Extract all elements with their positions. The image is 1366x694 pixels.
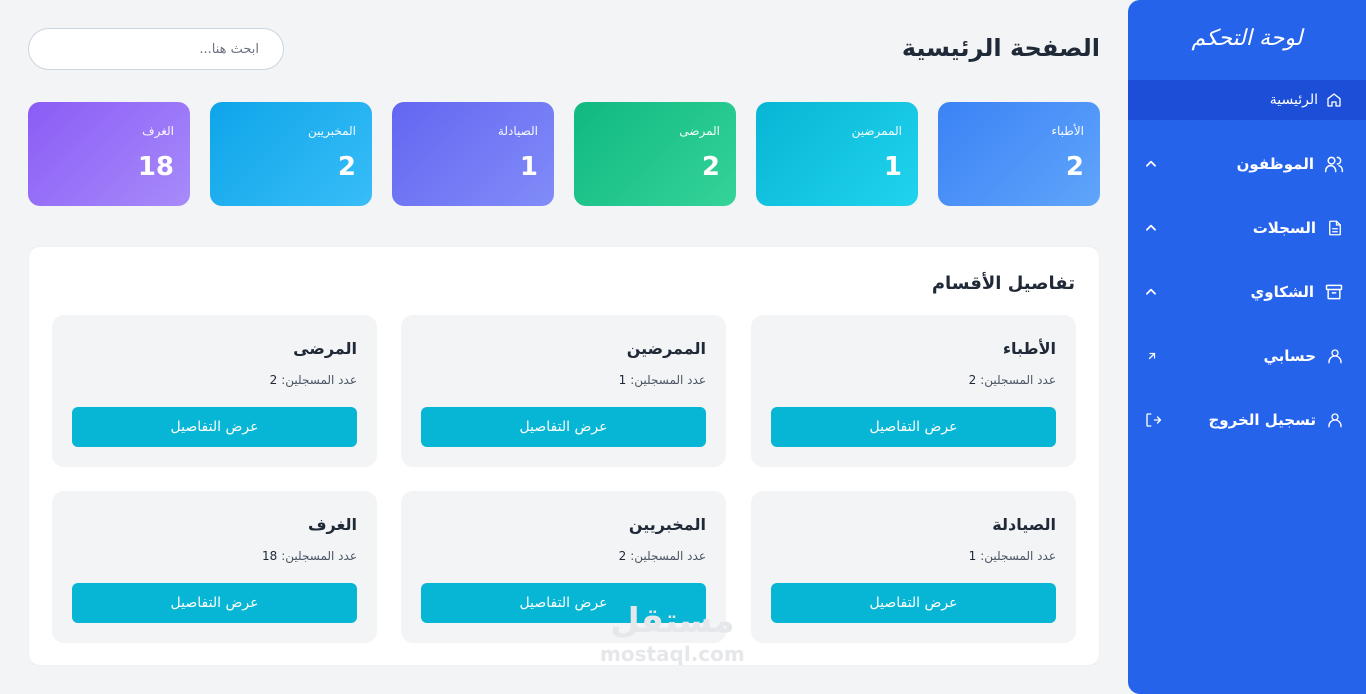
- sidebar-item-label: تسجيل الخروج: [1208, 411, 1317, 429]
- department-name: الصيادلة: [992, 515, 1056, 534]
- stat-value: 2: [337, 152, 356, 182]
- user-icon: [1326, 411, 1344, 429]
- stat-value: 2: [1065, 152, 1084, 182]
- sidebar-item-label: السجلات: [1252, 219, 1316, 237]
- sidebar-item-label: الشكاوي: [1250, 283, 1314, 301]
- stat-label: المرضى: [679, 124, 720, 138]
- logout-icon: [1144, 411, 1162, 429]
- stat-card-pharmacists: الصيادلة 1: [392, 102, 554, 206]
- view-details-button[interactable]: عرض التفاصيل: [72, 583, 357, 623]
- count-label: عدد المسجلين:: [281, 373, 357, 387]
- watermark: مستقل mostaql.com: [600, 604, 745, 666]
- stat-label: الأطباء: [1051, 124, 1084, 138]
- count-value: 18: [261, 549, 278, 563]
- department-count: عدد المسجلين: 18: [262, 549, 357, 563]
- chevron-up-icon[interactable]: [1144, 221, 1158, 235]
- sidebar-item-records[interactable]: السجلات: [1128, 208, 1366, 248]
- department-count: عدد المسجلين: 2: [619, 549, 706, 563]
- count-label: عدد المسجلين:: [630, 549, 706, 563]
- stat-label: المخبريين: [307, 124, 356, 138]
- home-icon: [1326, 92, 1342, 108]
- sidebar-item-complaints[interactable]: الشكاوي: [1128, 272, 1366, 312]
- document-icon: [1326, 219, 1344, 237]
- sidebar-title: لوحة التحكم: [1191, 26, 1303, 51]
- stat-value: 1: [519, 152, 538, 182]
- view-details-button[interactable]: عرض التفاصيل: [771, 407, 1056, 447]
- count-value: 2: [269, 373, 278, 387]
- department-card-rooms: الغرف عدد المسجلين: 18 عرض التفاصيل: [52, 491, 377, 643]
- chevron-up-icon[interactable]: [1144, 285, 1158, 299]
- sidebar: لوحة التحكم الرئيسية الموظفون السجلات ال…: [1128, 0, 1366, 694]
- stat-value: 2: [701, 152, 720, 182]
- search-input[interactable]: [28, 28, 284, 70]
- department-name: المخبريين: [628, 515, 706, 534]
- view-details-button[interactable]: عرض التفاصيل: [771, 583, 1056, 623]
- department-card-nurses: الممرضين عدد المسجلين: 1 عرض التفاصيل: [401, 315, 726, 467]
- stat-label: الممرضين: [851, 124, 902, 138]
- stat-card-doctors: الأطباء 2: [938, 102, 1100, 206]
- count-label: عدد المسجلين:: [630, 373, 706, 387]
- count-value: 2: [618, 549, 627, 563]
- sidebar-item-label: الرئيسية: [1269, 92, 1318, 108]
- count-label: عدد المسجلين:: [980, 549, 1056, 563]
- department-name: الأطباء: [1002, 339, 1056, 358]
- department-name: المرضى: [293, 339, 357, 358]
- stat-card-patients: المرضى 2: [574, 102, 736, 206]
- view-details-button[interactable]: عرض التفاصيل: [72, 407, 357, 447]
- sidebar-item-label: حسابي: [1263, 347, 1316, 365]
- departments-panel: تفاصيل الأقسام الأطباء عدد المسجلين: 2 عر…: [28, 246, 1100, 666]
- sidebar-item-employees[interactable]: الموظفون: [1128, 144, 1366, 184]
- view-details-button[interactable]: عرض التفاصيل: [421, 407, 706, 447]
- external-link-icon: [1146, 350, 1158, 362]
- count-value: 2: [968, 373, 977, 387]
- stat-card-lab-technicians: المخبريين 2: [210, 102, 372, 206]
- watermark-latin: mostaql.com: [600, 642, 745, 666]
- user-icon: [1326, 347, 1344, 365]
- count-value: 1: [618, 373, 627, 387]
- department-card-doctors: الأطباء عدد المسجلين: 2 عرض التفاصيل: [751, 315, 1076, 467]
- department-count: عدد المسجلين: 2: [270, 373, 357, 387]
- department-count: عدد المسجلين: 1: [619, 373, 706, 387]
- stat-card-nurses: الممرضين 1: [756, 102, 918, 206]
- department-name: الممرضين: [626, 339, 706, 358]
- department-card-patients: المرضى عدد المسجلين: 2 عرض التفاصيل: [52, 315, 377, 467]
- count-label: عدد المسجلين:: [980, 373, 1056, 387]
- page-title: الصفحة الرئيسية: [901, 34, 1100, 62]
- department-count: عدد المسجلين: 2: [969, 373, 1056, 387]
- sidebar-item-account[interactable]: حسابي: [1128, 336, 1366, 376]
- stat-value: 18: [137, 152, 174, 182]
- department-card-pharmacists: الصيادلة عدد المسجلين: 1 عرض التفاصيل: [751, 491, 1076, 643]
- chevron-up-icon[interactable]: [1144, 157, 1158, 171]
- department-count: عدد المسجلين: 1: [969, 549, 1056, 563]
- users-icon: [1324, 154, 1344, 174]
- archive-icon: [1324, 282, 1344, 302]
- count-value: 1: [968, 549, 977, 563]
- stat-card-rooms: الغرف 18: [28, 102, 190, 206]
- watermark-arabic: مستقل: [610, 601, 735, 641]
- departments-title: تفاصيل الأقسام: [931, 273, 1075, 294]
- count-label: عدد المسجلين:: [281, 549, 357, 563]
- stat-value: 1: [883, 152, 902, 182]
- stat-label: الغرف: [142, 124, 174, 138]
- stat-label: الصيادلة: [497, 124, 538, 138]
- department-name: الغرف: [307, 515, 357, 534]
- sidebar-item-home[interactable]: الرئيسية: [1128, 80, 1366, 120]
- sidebar-item-label: الموظفون: [1236, 155, 1314, 173]
- sidebar-item-logout[interactable]: تسجيل الخروج: [1128, 400, 1366, 440]
